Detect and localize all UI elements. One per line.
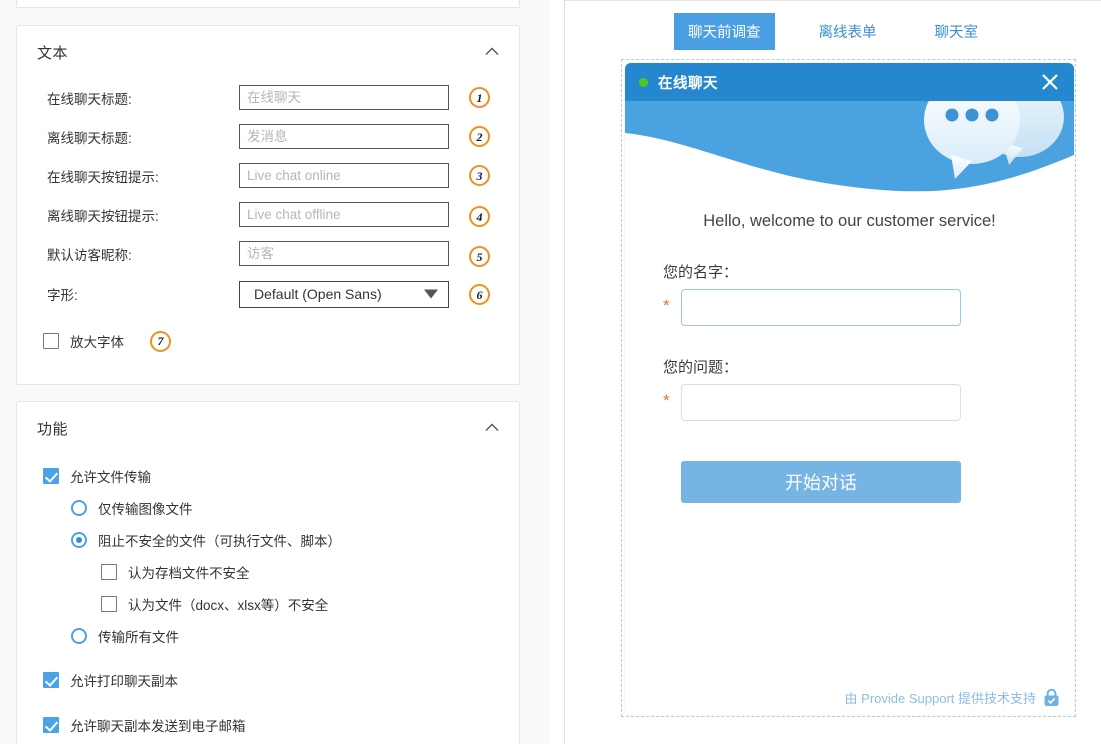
preview-column: 聊天前调查 离线表单 聊天室 在线聊天 Hello, welcome to ou… [565, 0, 1101, 744]
features-panel-header[interactable]: 功能 [17, 402, 519, 454]
visitor-name-input[interactable] [681, 289, 961, 326]
enlarge-font-checkbox[interactable] [43, 333, 59, 349]
enlarge-font-label: 放大字体 [70, 335, 124, 350]
enlarge-font-row: 放大字体 7 [17, 325, 519, 357]
allow-email-transcript-checkbox[interactable] [43, 717, 59, 733]
allow-file-transfer-label: 允许文件传输 [70, 470, 151, 485]
text-fields-list: 在线聊天标题: 1 离线聊天标题: 2 在线聊天按钮提示: 3 离线聊天按钮提示… [17, 78, 519, 357]
chevron-up-icon[interactable] [483, 43, 501, 61]
images-only-radio[interactable] [71, 500, 87, 516]
images-only-row: 仅传输图像文件 [17, 492, 519, 524]
archives-unsafe-label: 认为存档文件不安全 [128, 566, 250, 581]
chevron-up-icon[interactable] [483, 419, 501, 437]
allow-email-transcript-row: 允许聊天副本发送到电子邮箱 [17, 709, 519, 741]
features-list: 允许文件传输 仅传输图像文件 阻止不安全的文件（可执行文件、脚本） 认为存档文件… [17, 460, 519, 741]
chat-widget-titlebar: 在线聊天 [625, 63, 1074, 101]
features-panel-title: 功能 [37, 420, 69, 438]
block-unsafe-files-label: 阻止不安全的文件（可执行文件、脚本） [98, 534, 341, 549]
default-visitor-nickname-label: 默认访客昵称: [47, 247, 132, 263]
chevron-down-icon [424, 289, 438, 299]
offline-button-tooltip-input[interactable] [239, 202, 449, 227]
preview-top-border [565, 0, 1101, 1]
allow-file-transfer-checkbox[interactable] [43, 468, 59, 484]
archives-unsafe-checkbox[interactable] [101, 564, 117, 580]
transfer-all-files-row: 传输所有文件 [17, 620, 519, 652]
online-chat-title-input[interactable] [239, 85, 449, 110]
welcome-message: Hello, welcome to our customer service! [703, 212, 996, 230]
app-root: 文本 在线聊天标题: 1 离线聊天标题: 2 [0, 0, 1101, 744]
chat-preview-frame: 在线聊天 Hello, welcome to our customer serv… [621, 59, 1076, 717]
offline-chat-title-input[interactable] [239, 124, 449, 149]
text-settings-panel: 文本 在线聊天标题: 1 离线聊天标题: 2 [16, 25, 520, 385]
documents-unsafe-checkbox[interactable] [101, 596, 117, 612]
font-family-label: 字形: [47, 288, 78, 303]
tab-chat-room[interactable]: 聊天室 [921, 13, 993, 50]
default-visitor-nickname-input[interactable] [239, 241, 449, 266]
previous-panel-stub [16, 0, 520, 8]
preview-tabs: 聊天前调查 离线表单 聊天室 [565, 13, 1101, 50]
chat-widget-hero: 在线聊天 [625, 63, 1074, 194]
lock-shield-icon [1043, 688, 1060, 707]
chat-widget: 在线聊天 Hello, welcome to our customer serv… [625, 63, 1074, 715]
required-asterisk: * [663, 391, 670, 410]
default-visitor-nickname-row: 默认访客昵称: 5 [17, 234, 519, 273]
features-settings-panel: 功能 允许文件传输 仅传输图像文件 阻止不安全的文件（可执行文件、脚本） 认为存… [16, 401, 520, 744]
visitor-question-input[interactable] [681, 384, 961, 421]
required-asterisk: * [663, 296, 670, 315]
allow-print-transcript-checkbox[interactable] [43, 672, 59, 688]
chat-widget-title: 在线聊天 [658, 75, 718, 92]
question-field-wrap: * [663, 384, 1036, 421]
offline-chat-title-label: 离线聊天标题: [47, 130, 132, 146]
online-status-dot [639, 77, 648, 87]
font-family-selected-value: Default (Open Sans) [254, 286, 382, 302]
allow-file-transfer-row: 允许文件传输 [17, 460, 519, 492]
chat-widget-body: Hello, welcome to our customer service! … [625, 212, 1074, 503]
documents-unsafe-label: 认为文件（docx、xlsx等）不安全 [128, 598, 329, 613]
text-panel-title: 文本 [37, 44, 69, 62]
badge-4: 4 [469, 206, 490, 227]
tab-offline-form[interactable]: 离线表单 [805, 13, 891, 50]
tab-offline-form-label: 离线表单 [818, 25, 877, 41]
online-button-tooltip-input[interactable] [239, 163, 449, 188]
badge-2: 2 [469, 126, 490, 147]
allow-email-transcript-label: 允许聊天副本发送到电子邮箱 [70, 719, 246, 734]
online-button-tooltip-label: 在线聊天按钮提示: [47, 169, 159, 185]
tab-chat-room-label: 聊天室 [934, 25, 979, 41]
offline-chat-title-row: 离线聊天标题: 2 [17, 117, 519, 156]
badge-7: 7 [150, 330, 171, 352]
badge-5: 5 [469, 246, 490, 267]
online-button-tooltip-row: 在线聊天按钮提示: 3 [17, 156, 519, 195]
settings-column: 文本 在线聊天标题: 1 离线聊天标题: 2 [0, 0, 550, 744]
font-family-row: 字形: Default (Open Sans) 6 [17, 273, 519, 315]
name-field-wrap: * [663, 289, 1036, 326]
badge-3: 3 [469, 165, 490, 186]
font-family-select[interactable]: Default (Open Sans) [239, 280, 449, 308]
online-chat-title-row: 在线聊天标题: 1 [17, 78, 519, 117]
offline-button-tooltip-label: 离线聊天按钮提示: [47, 208, 159, 224]
online-chat-title-label: 在线聊天标题: [47, 91, 132, 107]
badge-1: 1 [469, 87, 490, 108]
documents-unsafe-row: 认为文件（docx、xlsx等）不安全 [17, 588, 519, 620]
tab-pre-chat-survey-label: 聊天前调查 [688, 25, 761, 41]
allow-print-transcript-row: 允许打印聊天副本 [17, 664, 519, 696]
block-unsafe-files-radio[interactable] [71, 532, 87, 548]
archives-unsafe-row: 认为存档文件不安全 [17, 556, 519, 588]
chat-widget-footer: 由 Provide Support 提供技术支持 [625, 688, 1074, 707]
images-only-label: 仅传输图像文件 [98, 502, 193, 517]
tab-pre-chat-survey[interactable]: 聊天前调查 [674, 13, 775, 50]
transfer-all-files-radio[interactable] [71, 628, 87, 644]
allow-print-transcript-label: 允许打印聊天副本 [70, 674, 178, 689]
powered-by-label: 由 Provide Support 提供技术支持 [844, 691, 1036, 706]
text-panel-header[interactable]: 文本 [17, 26, 519, 78]
block-unsafe-files-row: 阻止不安全的文件（可执行文件、脚本） [17, 524, 519, 556]
question-field-label: 您的问题： [663, 359, 739, 376]
offline-button-tooltip-row: 离线聊天按钮提示: 4 [17, 195, 519, 234]
close-icon[interactable] [1040, 72, 1060, 92]
transfer-all-files-label: 传输所有文件 [98, 630, 179, 645]
name-field-label: 您的名字： [663, 264, 739, 281]
badge-6: 6 [469, 284, 490, 305]
start-chat-button[interactable]: 开始对话 [681, 461, 961, 503]
